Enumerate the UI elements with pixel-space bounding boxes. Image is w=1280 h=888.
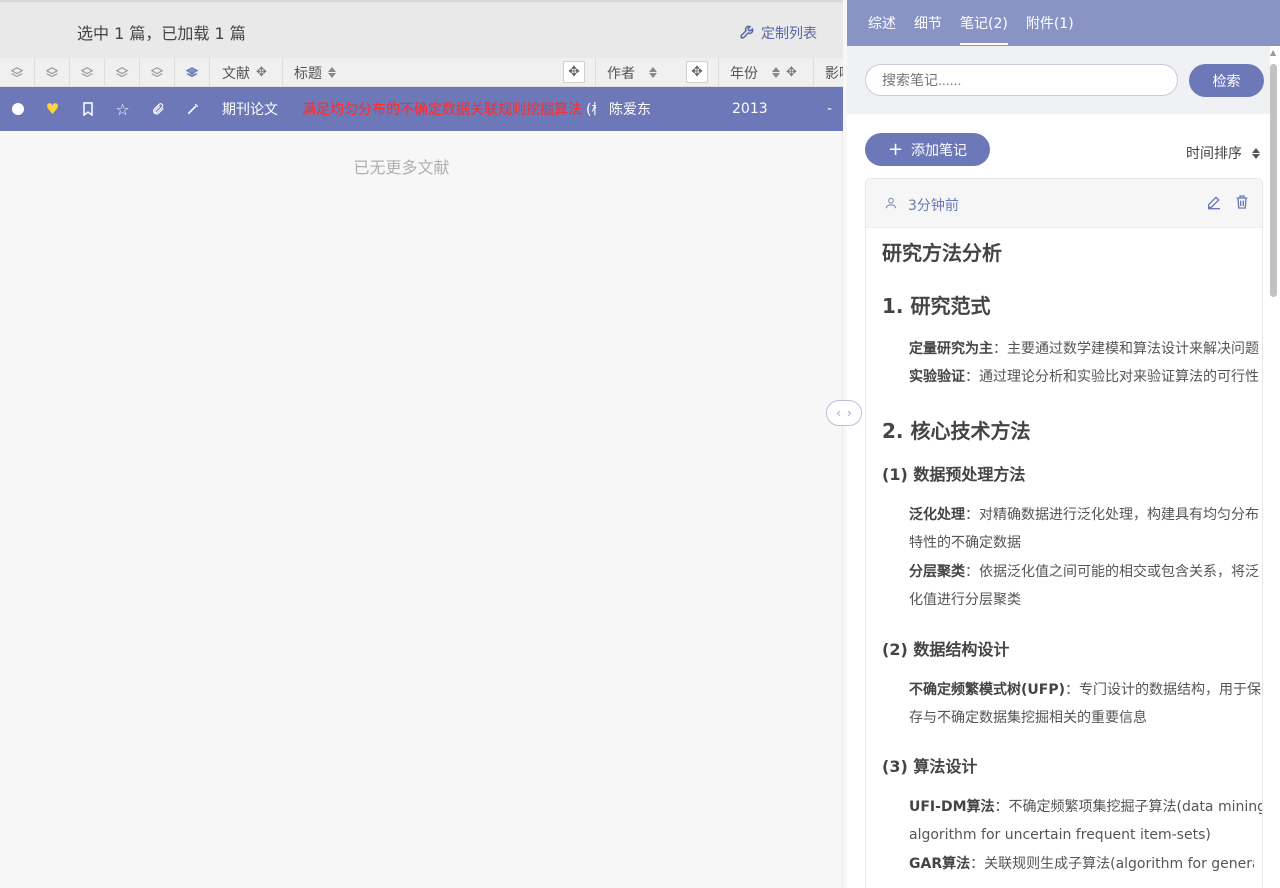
note-paragraph: 特性的不确定数据 bbox=[909, 535, 1021, 551]
note-meta: 3分钟前 bbox=[884, 195, 959, 215]
note-paragraph: algorithm for uncertain frequent item-se… bbox=[909, 827, 1211, 843]
literature-list-pane: 选中 1 篇，已加载 1 篇 定制列表 文献 ✥ 标题 ✥ 作者 ✥ 年份 ✥ … bbox=[0, 0, 843, 888]
bookmark-icon[interactable] bbox=[70, 87, 105, 131]
chevron-right-icon: › bbox=[847, 406, 852, 420]
column-move-button[interactable]: ✥ bbox=[563, 61, 585, 83]
header-impact[interactable]: 影响 bbox=[814, 58, 843, 87]
tab-overview[interactable]: 综述 bbox=[868, 0, 896, 46]
move-icon: ✥ bbox=[568, 64, 580, 80]
row-title[interactable]: 满足均匀分布的不确定数据关联规则挖掘算法 (标 bbox=[302, 87, 596, 131]
note-card: 3分钟前 研究方法分析 1. 研究范式 定量研究为主：主要通过数学建模和算法设计… bbox=[865, 178, 1263, 888]
time-sort-toggle[interactable]: 时间排序 bbox=[1186, 143, 1260, 163]
wrench-icon bbox=[739, 22, 757, 44]
edit-icon[interactable] bbox=[1206, 194, 1222, 214]
trash-icon[interactable] bbox=[1234, 194, 1250, 214]
pencil-icon[interactable] bbox=[175, 87, 210, 131]
layer-col-icon[interactable] bbox=[70, 58, 105, 87]
move-icon: ✥ bbox=[691, 64, 703, 80]
tab-notes[interactable]: 笔记(2) bbox=[960, 0, 1008, 46]
detail-pane: 综述 细节 笔记(2) 附件(1) 检索 + 添加笔记 时间排序 3分钟前 bbox=[847, 0, 1280, 888]
note-subheading: (2) 数据结构设计 bbox=[882, 640, 1010, 659]
search-button[interactable]: 检索 bbox=[1189, 64, 1264, 97]
add-note-button[interactable]: + 添加笔记 bbox=[865, 133, 990, 166]
selection-count: 选中 1 篇，已加载 1 篇 bbox=[77, 24, 246, 43]
note-paragraph: 分层聚类：依据泛化值之间可能的相交或包含关系，将泛 bbox=[909, 564, 1259, 580]
note-heading: 研究方法分析 bbox=[882, 241, 1002, 265]
table-row[interactable]: ♥ ☆ 期刊论文 满足均匀分布的不确定数据关联规则挖掘算法 (标 陈爱东 201… bbox=[0, 87, 843, 131]
note-paragraph: 化值进行分层聚类 bbox=[909, 592, 1021, 608]
attachment-icon[interactable] bbox=[140, 87, 175, 131]
star-icon[interactable]: ☆ bbox=[105, 87, 140, 131]
header-year[interactable]: 年份 ✥ bbox=[719, 58, 814, 87]
note-actions bbox=[1206, 194, 1250, 214]
move-icon: ✥ bbox=[786, 65, 797, 80]
row-impact: - bbox=[827, 101, 833, 117]
note-paragraph: 泛化处理：对精确数据进行泛化处理，构建具有均匀分布 bbox=[909, 507, 1259, 523]
note-time: 3分钟前 bbox=[908, 198, 959, 214]
customize-list-button[interactable]: 定制列表 bbox=[739, 22, 817, 44]
header-literature[interactable]: 文献 ✥ bbox=[210, 58, 283, 87]
note-paragraph: UFI-DM算法：不确定频繁项集挖掘子算法(data mining bbox=[909, 799, 1263, 815]
note-subheading: (1) 数据预处理方法 bbox=[882, 465, 1026, 484]
header-title[interactable]: 标题 bbox=[283, 58, 596, 87]
no-more-text: 已无更多文献 bbox=[353, 158, 450, 177]
list-toolbar: 选中 1 篇，已加载 1 篇 定制列表 bbox=[0, 0, 843, 58]
sort-icon bbox=[772, 67, 780, 78]
plus-icon: + bbox=[887, 138, 904, 160]
row-author: 陈爱东 bbox=[609, 102, 651, 118]
chevron-left-icon: ‹ bbox=[836, 406, 841, 420]
note-section-heading: 2. 核心技术方法 bbox=[882, 419, 1031, 443]
notes-search-input[interactable] bbox=[865, 64, 1178, 96]
tab-attachments[interactable]: 附件(1) bbox=[1026, 0, 1074, 46]
pane-splitter-handle[interactable]: ‹ › bbox=[826, 400, 862, 426]
user-icon bbox=[884, 196, 898, 214]
layer-col-icon-active[interactable] bbox=[175, 58, 210, 87]
row-type: 期刊论文 bbox=[222, 102, 278, 118]
move-icon: ✥ bbox=[256, 65, 267, 80]
sort-icon bbox=[649, 67, 657, 78]
customize-label: 定制列表 bbox=[761, 26, 817, 42]
layer-col-icon[interactable] bbox=[0, 58, 35, 87]
note-paragraph: 定量研究为主：主要通过数学建模和算法设计来解决问题 bbox=[909, 341, 1259, 357]
sort-icon bbox=[328, 67, 336, 78]
table-header: 文献 ✥ 标题 ✥ 作者 ✥ 年份 ✥ 影响 bbox=[0, 58, 843, 87]
tab-details[interactable]: 细节 bbox=[914, 0, 942, 46]
layer-col-icon[interactable] bbox=[105, 58, 140, 87]
note-section-heading: 1. 研究范式 bbox=[882, 294, 991, 318]
layer-col-icon[interactable] bbox=[35, 58, 70, 87]
layer-col-icon[interactable] bbox=[140, 58, 175, 87]
note-paragraph: 实验验证：通过理论分析和实验比对来验证算法的可行性 bbox=[909, 369, 1259, 385]
sort-icon bbox=[1252, 147, 1260, 159]
column-move-button[interactable]: ✥ bbox=[686, 61, 708, 83]
vertical-scrollbar[interactable] bbox=[1270, 64, 1277, 297]
notes-search-bar: 检索 bbox=[847, 46, 1270, 114]
note-paragraph: GAR算法：关联规则生成子算法(algorithm for generati bbox=[909, 856, 1254, 872]
note-paragraph: 不确定频繁模式树(UFP)：专门设计的数据结构，用于保 bbox=[909, 682, 1261, 698]
note-paragraph: 存与不确定数据集挖掘相关的重要信息 bbox=[909, 710, 1147, 726]
read-status-icon[interactable] bbox=[0, 87, 35, 131]
note-subheading: (3) 算法设计 bbox=[882, 757, 978, 776]
scroll-up-arrow-icon[interactable]: ▲ bbox=[1270, 48, 1276, 57]
detail-tabs: 综述 细节 笔记(2) 附件(1) bbox=[847, 0, 1280, 46]
heart-icon[interactable]: ♥ bbox=[35, 87, 70, 131]
note-header: 3分钟前 bbox=[866, 179, 1262, 228]
row-year: 2013 bbox=[732, 101, 768, 117]
